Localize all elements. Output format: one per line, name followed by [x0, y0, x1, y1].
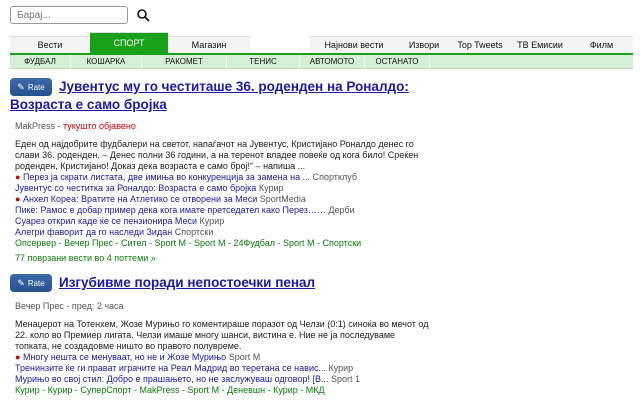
- related-title[interactable]: Пике: Рамос е добар пример дека кога има…: [15, 205, 326, 215]
- related-title[interactable]: Анхел Кореа: Вратите на Атлетико се отво…: [23, 194, 257, 204]
- tab-top-tweets[interactable]: Top Tweets: [450, 36, 510, 53]
- article-summary: Менаџерот на Тотенхем, Жозе Мурињо го ко…: [15, 319, 429, 351]
- related-link: Пике: Рамос е добар пример дека кога има…: [15, 205, 430, 216]
- search-icon: [136, 8, 150, 22]
- article-headline[interactable]: Јувентус му го честиташе 36. роденден на…: [59, 77, 409, 97]
- tab-magazin[interactable]: Магазин: [168, 36, 250, 53]
- search-input[interactable]: [10, 6, 128, 24]
- related-link: Мурињо во свој стил: Добро е прашањето, …: [15, 374, 430, 385]
- article-headline[interactable]: Изгубивме поради непостоечки пенал: [59, 273, 315, 293]
- related-source: Дерби: [328, 205, 355, 215]
- source-name: Вечер Прес -: [15, 301, 72, 311]
- rate-icon: ✎: [17, 277, 25, 288]
- tab-vesti[interactable]: Вести: [10, 36, 90, 53]
- related-source: Спортклуб: [312, 172, 357, 182]
- news-article: ✎ Rate Изгубивме поради непостоечки пенал…: [10, 273, 430, 396]
- subtab-kosarka[interactable]: КОШАРКА: [71, 55, 142, 68]
- related-title[interactable]: Јувентус со честитка за Роналдо: Возраст…: [15, 183, 256, 193]
- related-title[interactable]: Многу нешта се менуваат, но не и Жозе Му…: [23, 352, 226, 362]
- subtab-tenis[interactable]: ТЕНИС: [227, 55, 300, 68]
- article-source: MakPress - тукушто објавено: [15, 121, 430, 131]
- article-source: Вечер Прес - пред: 2 часа: [15, 301, 430, 311]
- news-article: ✎ Rate Јувентус му го честиташе 36. роден…: [10, 77, 430, 263]
- more-related-link[interactable]: 77 поврзани вести во 4 поттеми »: [15, 253, 430, 263]
- related-link: Јувентус со честитка за Роналдо: Возраст…: [15, 183, 430, 194]
- related-link: Алегри фаворит да го наследи Зидан Спорт…: [15, 227, 430, 238]
- subtab-avtomoto[interactable]: АВТОМОТО: [300, 55, 365, 68]
- tab-sport[interactable]: СПОРТ: [90, 32, 168, 53]
- subtab-fudbal[interactable]: ФУДБАЛ: [10, 55, 71, 68]
- article-summary: Еден од најдобрите фудбалери на светот, …: [15, 139, 419, 171]
- nav-spacer: [250, 36, 310, 52]
- bullet-icon: ●: [15, 172, 23, 182]
- sport-subnav: ФУДБАЛ КОШАРКА РАКОМЕТ ТЕНИС АВТОМОТО ОС…: [10, 53, 633, 69]
- related-source: Курир: [258, 183, 284, 193]
- rate-icon: ✎: [17, 81, 25, 92]
- source-links[interactable]: Опсервер - Вечер Прес - Сител - Sport M …: [15, 238, 430, 249]
- tab-najnovi-vesti[interactable]: Најнови вести: [310, 36, 398, 53]
- rate-label: Rate: [27, 82, 45, 92]
- related-source: Sport 1: [330, 374, 361, 384]
- related-title[interactable]: Алегри фаворит да го наследи Зидан: [15, 227, 172, 237]
- related-source: SportMedia: [259, 194, 306, 204]
- article-time: тукушто објавено: [63, 121, 136, 131]
- rate-label: Rate: [27, 278, 45, 288]
- related-link: ● Многу нешта се менуваат, но не и Жозе …: [15, 352, 430, 363]
- bullet-icon: ●: [15, 352, 23, 362]
- rate-button[interactable]: ✎ Rate: [10, 78, 52, 96]
- related-source: Sport M: [228, 352, 261, 362]
- related-link: Суарез открил каде ќе се пензионира Меси…: [15, 216, 430, 227]
- related-source: Курир: [328, 363, 354, 373]
- article-headline-continued[interactable]: Возраста е само бројка: [10, 95, 430, 115]
- related-title[interactable]: Суарез открил каде ќе се пензионира Меси: [15, 216, 197, 226]
- subtab-ostanato[interactable]: ОСТАНАТО: [365, 55, 430, 68]
- search-area: [10, 6, 150, 24]
- search-button[interactable]: [134, 6, 152, 24]
- rate-button[interactable]: ✎ Rate: [10, 274, 52, 292]
- subtab-rakomet[interactable]: РАКОМЕТ: [142, 55, 227, 68]
- related-title[interactable]: Мурињо во свој стил: Добро е прашањето, …: [15, 374, 328, 384]
- tab-izvori[interactable]: Извори: [398, 36, 450, 53]
- tab-film[interactable]: Филм: [570, 36, 633, 53]
- source-name: MakPress -: [15, 121, 64, 131]
- related-link: ● Анхел Кореа: Вратите на Атлетико се от…: [15, 194, 430, 205]
- main-nav: Вести СПОРТ Магазин Најнови вести Извори…: [10, 32, 633, 53]
- related-title[interactable]: Тренинзите ќе ги прават играчите на Реал…: [15, 363, 326, 373]
- tab-tv-emisii[interactable]: ТВ Емисии: [510, 36, 570, 53]
- related-source: Спортски: [174, 227, 214, 237]
- source-links[interactable]: Курир - Курир - СуперСпорт - MakPress - …: [15, 385, 430, 396]
- subnav-filler: [430, 55, 633, 68]
- related-title[interactable]: Перез ја скрати листата, две имиња во ко…: [23, 172, 310, 182]
- related-link: Тренинзите ќе ги прават играчите на Реал…: [15, 363, 430, 374]
- related-source: Курир: [199, 216, 225, 226]
- bullet-icon: ●: [15, 194, 23, 204]
- related-link: ● Перез ја скрати листата, две имиња во …: [15, 172, 430, 183]
- article-time: пред: 2 часа: [71, 301, 124, 311]
